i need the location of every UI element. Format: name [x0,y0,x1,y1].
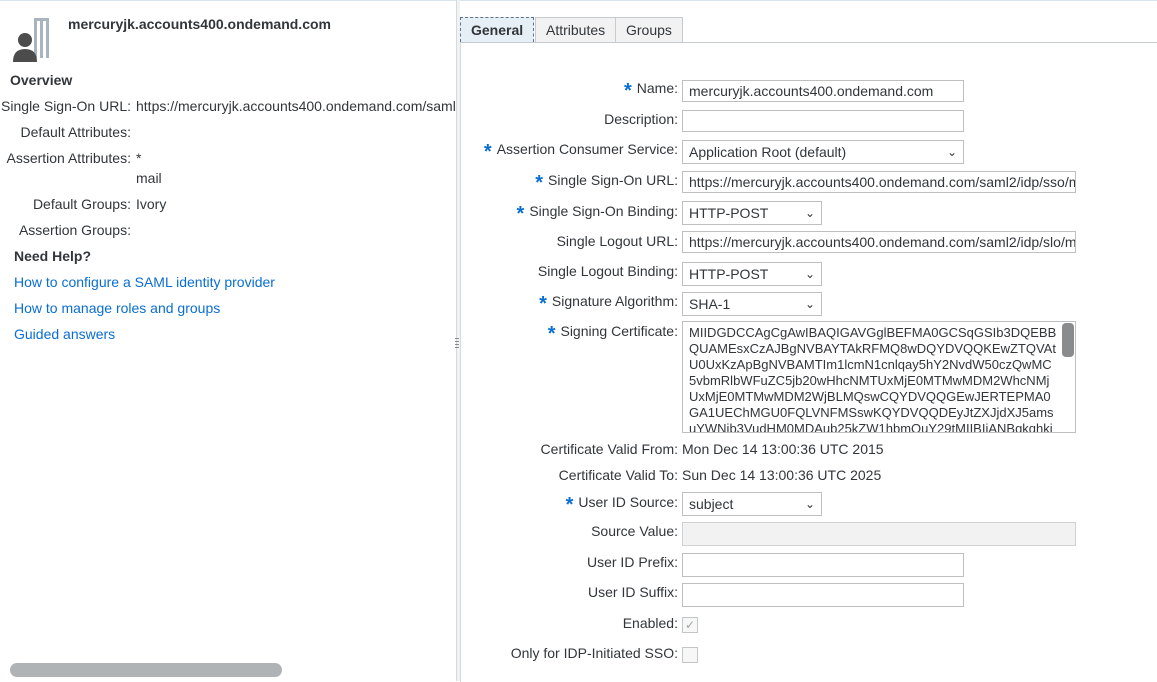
source-value-input [682,522,1076,546]
signing-certificate-textarea[interactable]: MIIDGDCCAgCgAwIBAQIGAVGglBEFMA0GCSqGSIb3… [682,321,1076,433]
splitter-grip-icon[interactable] [455,338,459,350]
overview-sso-url-label: Single Sign-On URL: [1,98,131,114]
chevron-down-icon: ⌄ [804,297,815,311]
valid-from-value: Mon Dec 14 13:00:36 UTC 2015 [682,441,884,457]
signature-algorithm-label: * Signature Algorithm: [539,293,678,315]
valid-to-value: Sun Dec 14 13:00:36 UTC 2025 [682,467,882,483]
acs-label: * Assertion Consumer Service: [483,141,678,163]
checkmark-icon: ✓ [684,618,696,632]
tab-attributes[interactable]: Attributes [535,17,617,42]
idp-initiated-checkbox[interactable] [682,647,698,663]
description-label: Description: [604,111,678,127]
sso-binding-label: * Single Sign-On Binding: [516,203,678,225]
overview-default-groups-value: Ivory [136,196,167,212]
user-id-prefix-input[interactable] [682,553,964,577]
horizontal-scrollbar[interactable] [10,663,282,677]
help-link-guided-answers[interactable]: Guided answers [14,326,115,342]
chevron-down-icon: ⌄ [946,145,957,159]
user-id-prefix-label: User ID Prefix: [586,554,678,570]
user-id-suffix-input[interactable] [682,583,964,607]
sso-binding-select[interactable]: HTTP-POST ⌄ [682,201,822,225]
user-id-suffix-label: User ID Suffix: [588,584,678,600]
user-id-source-label: * User ID Source: [565,494,678,516]
sso-url-input[interactable]: https://mercuryjk.accounts400.ondemand.c… [682,171,1076,193]
user-avatar-icon [12,16,62,64]
name-label: * Name: [623,80,678,102]
slo-url-label: Single Logout URL: [556,233,678,249]
slo-binding-label: Single Logout Binding: [537,263,678,279]
chevron-down-icon: ⌄ [804,497,815,511]
details-panel: General Attributes Groups * Name: mercury… [460,0,1157,682]
acs-select[interactable]: Application Root (default) ⌄ [682,140,964,164]
required-marker: * [623,80,632,102]
need-help-heading: Need Help? [14,248,92,264]
user-id-source-select[interactable]: subject ⌄ [682,492,822,516]
help-link-manage-roles[interactable]: How to manage roles and groups [14,300,220,316]
overview-panel: mercuryjk.accounts400.ondemand.com Overv… [0,0,456,681]
overview-assertion-groups-label: Assertion Groups: [18,222,131,238]
provider-title: mercuryjk.accounts400.ondemand.com [68,16,331,32]
sso-url-label: * Single Sign-On URL: [535,172,678,194]
slo-url-input[interactable]: https://mercuryjk.accounts400.ondemand.c… [682,231,1076,253]
name-input[interactable]: mercuryjk.accounts400.ondemand.com [682,80,964,102]
description-input[interactable] [682,110,964,132]
tab-general[interactable]: General [460,17,535,42]
enabled-checkbox[interactable]: ✓ [682,617,698,633]
overview-heading: Overview [10,72,73,88]
idp-initiated-label: Only for IDP-Initiated SSO: [510,645,678,661]
overview-default-groups-label: Default Groups: [32,196,131,212]
help-link-configure-saml[interactable]: How to configure a SAML identity provide… [14,274,275,290]
enabled-label: Enabled: [622,615,678,631]
certificate-scrollbar[interactable] [1062,323,1074,357]
overview-assertion-attribute-star: * [136,150,142,166]
chevron-down-icon: ⌄ [804,206,815,220]
overview-sso-url-value: https://mercuryjk.accounts400.ondemand.c… [136,98,456,114]
chevron-down-icon: ⌄ [804,267,815,281]
valid-from-label: Certificate Valid From: [540,441,678,457]
source-value-label: Source Value: [591,523,678,539]
overview-assertion-attribute-mail: mail [136,170,162,186]
slo-binding-select[interactable]: HTTP-POST ⌄ [682,262,822,286]
overview-default-attributes-label: Default Attributes: [20,124,131,140]
tab-groups[interactable]: Groups [615,17,683,42]
overview-assertion-attributes-label: Assertion Attributes: [6,150,131,166]
signature-algorithm-select[interactable]: SHA-1 ⌄ [682,292,822,316]
signing-certificate-label: * Signing Certificate: [547,323,678,345]
general-form: * Name: mercuryjk.accounts400.ondemand.co… [460,42,1157,682]
valid-to-label: Certificate Valid To: [558,467,678,483]
